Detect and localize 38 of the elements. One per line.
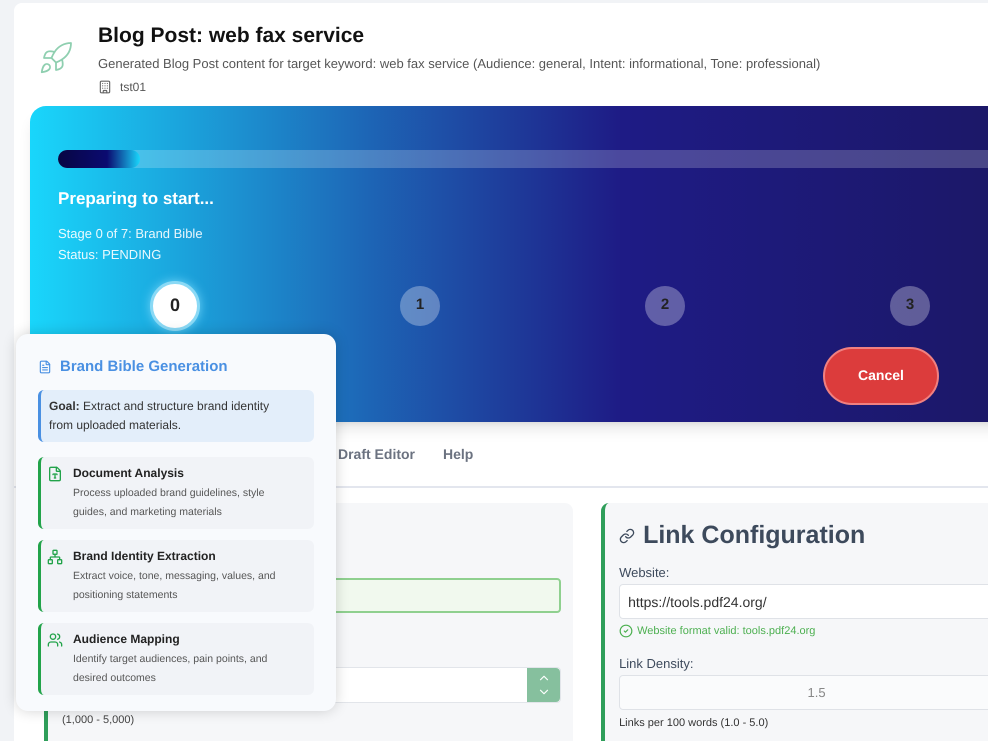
page-subtitle: Generated Blog Post content for target keyword: web fax service (Audience: general, Intent: informational, Tone: professional)	[98, 55, 820, 73]
task-title: Brand Identity Extraction	[73, 548, 217, 564]
popover-title: Brand Bible Generation	[60, 357, 228, 377]
task-description: Identify target audiences, pain points, and desired outcomes	[73, 652, 268, 686]
step-indicator[interactable]: 0	[150, 280, 200, 330]
stage-text: Stage 0 of 7: Brand Bible	[58, 224, 204, 243]
people-icon	[47, 632, 63, 648]
spinner-control[interactable]	[527, 668, 560, 702]
task-title: Audience Mapping	[73, 630, 181, 648]
field-label: Website:	[619, 564, 670, 582]
range-hint: (1,000 - 5,000)	[62, 713, 136, 728]
document-icon	[47, 466, 63, 482]
step-indicator[interactable]: 1	[400, 286, 440, 326]
section-title: Link Configuration	[643, 520, 866, 551]
tab[interactable]: Draft Editor	[338, 444, 415, 464]
rocket-icon	[38, 40, 74, 76]
validation-message: Website format valid: tools.pdf24.org	[637, 624, 816, 639]
building-icon	[98, 80, 112, 94]
page-title: Blog Post: web fax service	[98, 23, 366, 49]
field-label: Link Density:	[619, 654, 694, 673]
workspace-name: tst01	[120, 78, 146, 96]
website-field[interactable]: https://tools.pdf24.org/	[619, 584, 988, 619]
hierarchy-icon	[47, 548, 63, 564]
document-icon	[38, 360, 52, 374]
task-title: Document Analysis	[73, 464, 185, 482]
link-icon	[619, 528, 636, 544]
check-icon	[619, 624, 634, 638]
step-indicator[interactable]: 2	[645, 286, 685, 326]
density-field[interactable]: 1.5	[619, 675, 988, 710]
task-description: Process uploaded brand guidelines, style guides, and marketing materials	[73, 486, 266, 520]
status-text: Status: PENDING	[58, 246, 162, 264]
cancel-button[interactable]: Cancel	[823, 346, 939, 404]
progress-title: Preparing to start...	[58, 188, 215, 210]
tab[interactable]: Help	[443, 444, 474, 464]
goal-note: Goal: Extract and structure brand identity from uploaded materials.	[38, 390, 314, 442]
density-hint: Links per 100 words (1.0 - 5.0)	[619, 716, 770, 731]
task-description: Extract voice, tone, messaging, values, and positioning statements	[73, 568, 277, 602]
step-indicator[interactable]: 3	[890, 286, 930, 326]
